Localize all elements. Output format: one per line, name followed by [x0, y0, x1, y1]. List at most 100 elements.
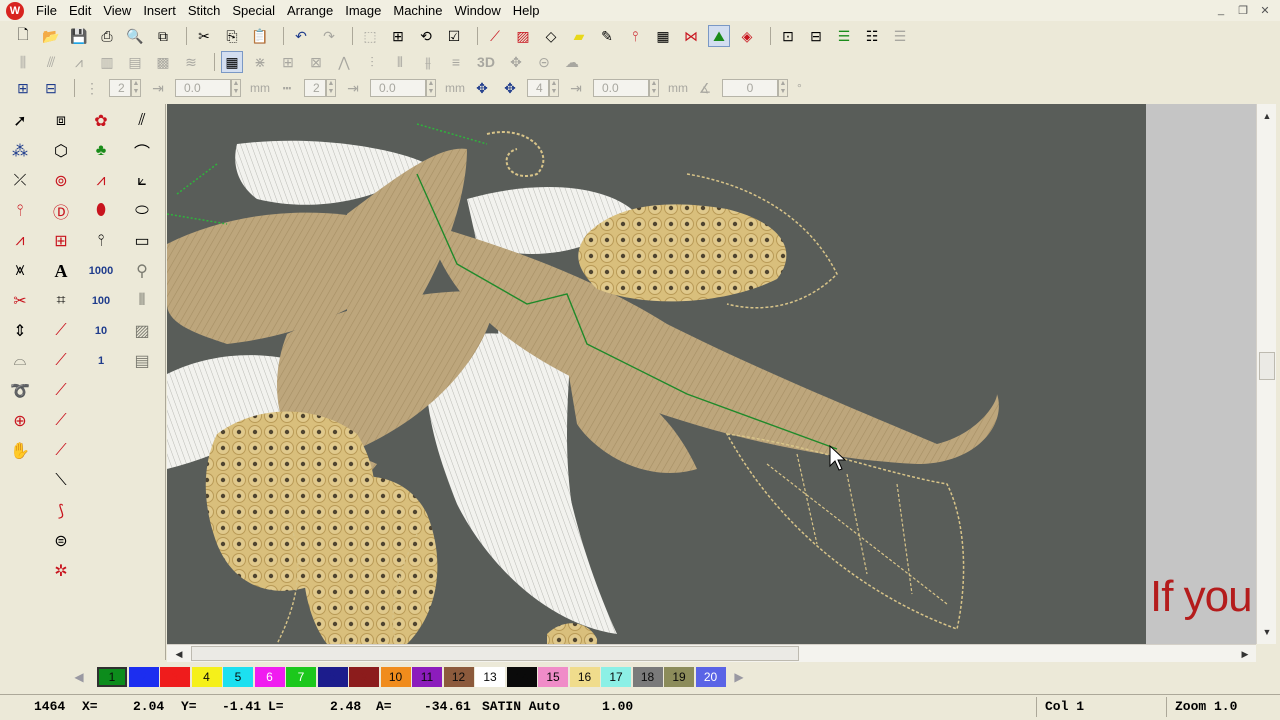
highlight-icon[interactable]: ▰	[568, 25, 590, 47]
vertical-scroll-thumb[interactable]	[1259, 352, 1275, 380]
stitch-length-icon[interactable]: ⇕	[5, 318, 35, 344]
stepper-arrows-icon[interactable]: ▲ ▼	[649, 79, 659, 97]
wave-fill-icon[interactable]: ≋	[180, 51, 202, 73]
stitch-10-button[interactable]: 10	[86, 318, 116, 344]
spacing-icon[interactable]: ⋮	[81, 77, 103, 99]
open-folder-icon[interactable]: 📂	[40, 25, 62, 47]
node-edit-icon[interactable]: ⁂	[5, 138, 35, 164]
ripple-icon[interactable]: ⫶	[361, 51, 383, 73]
motif-icon[interactable]: ⋇	[249, 51, 271, 73]
step-icon[interactable]: ▤	[124, 51, 146, 73]
length-value[interactable]: 0.0	[175, 79, 231, 97]
motif-line-icon[interactable]: ⟋	[46, 408, 76, 434]
hoop-icon[interactable]: ⊡	[777, 25, 799, 47]
color-next-icon[interactable]: ▶	[726, 667, 752, 687]
move-icon[interactable]: ✥	[505, 51, 527, 73]
save-icon[interactable]: 💾	[68, 25, 90, 47]
run-count-stepper[interactable]: 2 ▲ ▼	[304, 79, 336, 97]
menu-arrange[interactable]: Arrange	[281, 0, 339, 21]
close-button[interactable]: ✕	[1256, 2, 1274, 18]
color-swatch-5[interactable]: 5	[223, 667, 253, 687]
grid-icon[interactable]: ▦	[652, 25, 674, 47]
offset-count-stepper[interactable]: 4 ▲ ▼	[527, 79, 559, 97]
select-arrow-icon[interactable]: ➚	[5, 108, 35, 134]
color-swatch-11[interactable]: 11	[412, 667, 442, 687]
restore-button[interactable]: ❐	[1234, 2, 1252, 18]
scissors-icon[interactable]: ✂	[5, 288, 35, 314]
color-swatch-19[interactable]: 19	[664, 667, 694, 687]
menu-insert[interactable]: Insert	[137, 0, 182, 21]
spacing-stepper[interactable]: 2 ▲ ▼	[109, 79, 141, 97]
color-swatch-18[interactable]: 18	[632, 667, 663, 687]
menu-window[interactable]: Window	[449, 0, 507, 21]
radial-icon[interactable]: ⫵	[417, 51, 439, 73]
stepper-arrows-icon[interactable]: ▲ ▼	[131, 79, 141, 97]
zigzag-fill-icon[interactable]: ⩘	[86, 168, 116, 194]
circle-fill-icon[interactable]: ⊚	[46, 168, 76, 194]
effect-3d-icon[interactable]: 3D	[473, 51, 499, 73]
auto-line-icon[interactable]: ⟆	[46, 498, 76, 524]
ellipse-icon[interactable]: ⬭	[127, 198, 157, 224]
flower-icon[interactable]: ✿	[86, 108, 116, 134]
color-swatch-13[interactable]: 13	[475, 667, 505, 687]
color-swatch-8[interactable]: 8	[317, 667, 348, 687]
monogram-icon[interactable]: ⌗	[46, 288, 76, 314]
cross-grid-icon[interactable]: ⊞	[46, 228, 76, 254]
lines-fill-icon[interactable]: ▤	[127, 348, 157, 374]
paste-icon[interactable]: 📋	[249, 25, 271, 47]
zigzag-tool-icon[interactable]: ⩙	[5, 258, 35, 284]
ring-icon[interactable]: ⊜	[46, 528, 76, 554]
pattern-icon[interactable]: ▨	[127, 318, 157, 344]
group-icon[interactable]: ⬚	[359, 25, 381, 47]
length-icon[interactable]: ⇥	[147, 77, 169, 99]
stamp-icon[interactable]: ⚲	[127, 258, 157, 284]
tree-icon[interactable]: ♣	[86, 138, 116, 164]
show-stitches-icon[interactable]: ⟋	[484, 25, 506, 47]
copy-icon[interactable]: ⎘	[221, 25, 243, 47]
satin-shape-icon[interactable]: ⧈	[46, 108, 76, 134]
move-cross-icon[interactable]: ✥	[471, 77, 493, 99]
table-icon[interactable]: ⊟	[805, 25, 827, 47]
fill-shape-icon[interactable]: ⬡	[46, 138, 76, 164]
stepper-arrows-icon[interactable]: ▲ ▼	[426, 79, 436, 97]
new-file-icon[interactable]: 🗋	[12, 25, 34, 47]
offset-length-stepper[interactable]: 0.0 ▲ ▼	[593, 79, 659, 97]
chain-icon[interactable]: ⊝	[533, 51, 555, 73]
scroll-down-icon[interactable]: ▼	[1259, 624, 1275, 640]
transform-icon[interactable]: ⊞	[387, 25, 409, 47]
columns-icon[interactable]: ⫴	[127, 288, 157, 314]
rectangle-icon[interactable]: ▭	[127, 228, 157, 254]
color-change-icon[interactable]: ⊕	[5, 408, 35, 434]
manual-icon[interactable]: ⟍	[46, 468, 76, 494]
star-icon[interactable]: ✲	[46, 558, 76, 584]
app-logo-icon[interactable]: W	[6, 1, 24, 20]
stop-hand-icon[interactable]: ✋	[5, 438, 35, 464]
bean-line-icon[interactable]: ⟋	[46, 348, 76, 374]
print-preview-icon[interactable]: 🔍	[124, 25, 146, 47]
fill-grid-icon[interactable]: ▦	[221, 51, 243, 73]
align-icon[interactable]: ☷	[861, 25, 883, 47]
color-swatch-15[interactable]: 15	[538, 667, 568, 687]
color-swatch-4[interactable]: 4	[191, 667, 222, 687]
run-length-stepper[interactable]: 0.0 ▲ ▼	[370, 79, 436, 97]
angle-value[interactable]: 0	[722, 79, 778, 97]
color-swatch-10[interactable]: 10	[380, 667, 411, 687]
color-swatch-7[interactable]: 7	[286, 667, 316, 687]
pattern-fill-icon[interactable]: ▩	[152, 51, 174, 73]
tatami-icon[interactable]: ▥	[96, 51, 118, 73]
stitch-1-button[interactable]: 1	[86, 348, 116, 374]
edit-shape-icon[interactable]: ⟀	[127, 168, 157, 194]
run-icon[interactable]: ┅	[276, 77, 298, 99]
knife-icon[interactable]: ⤫	[5, 168, 35, 194]
vertical-scrollbar[interactable]: ▲ ▼	[1256, 104, 1276, 644]
print-icon[interactable]: ⎙	[96, 25, 118, 47]
color-prev-icon[interactable]: ◀	[66, 667, 92, 687]
menu-view[interactable]: View	[97, 0, 137, 21]
scroll-right-icon[interactable]: ▶	[1237, 646, 1253, 662]
horizontal-scrollbar[interactable]: ◀ ▶	[167, 644, 1256, 662]
length-stepper[interactable]: 0.0 ▲ ▼	[175, 79, 241, 97]
menu-image[interactable]: Image	[339, 0, 387, 21]
cloud-icon[interactable]: ☁	[561, 51, 583, 73]
color-swatch-12[interactable]: 12	[443, 667, 474, 687]
horizontal-scroll-thumb[interactable]	[191, 646, 799, 661]
